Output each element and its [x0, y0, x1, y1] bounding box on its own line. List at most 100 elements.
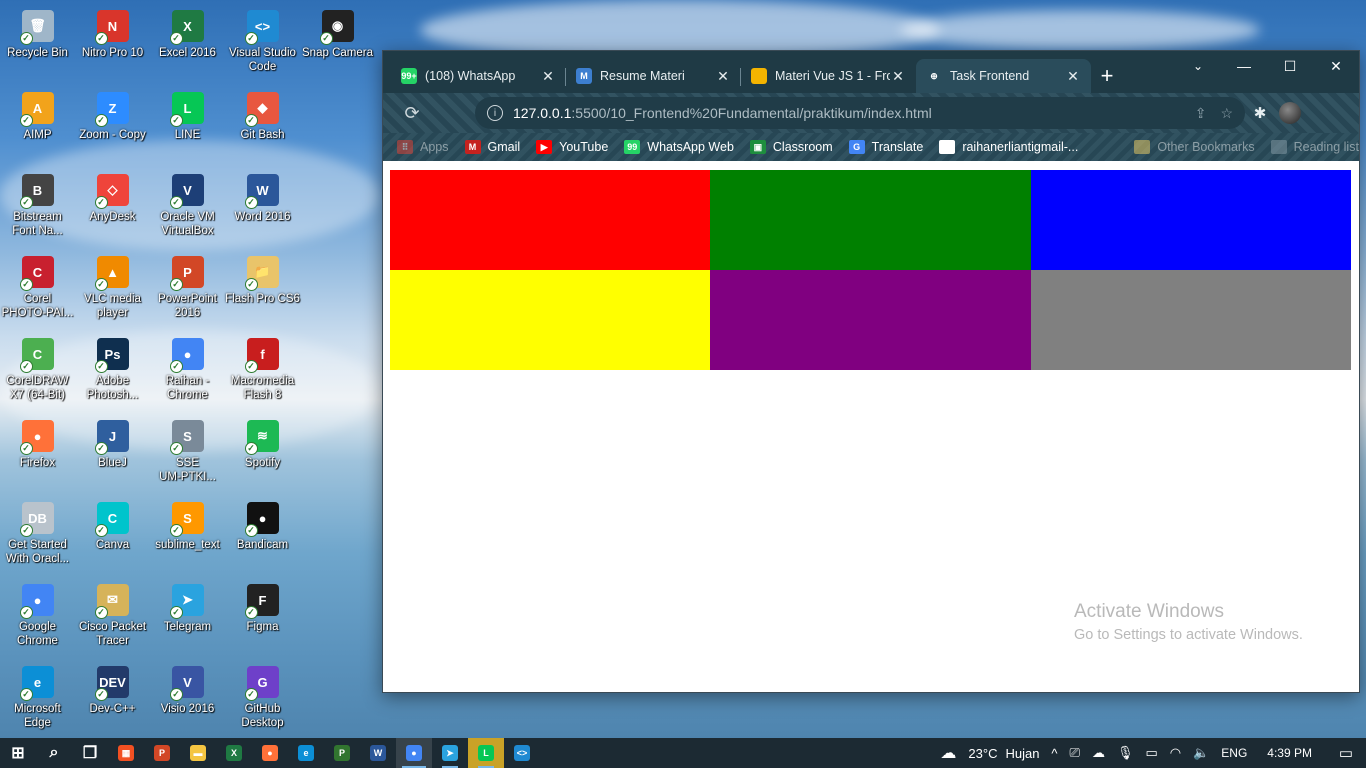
desktop-icon[interactable]: V ✓ Oracle VM VirtualBox [150, 168, 225, 248]
new-tab-button[interactable]: + [1091, 59, 1123, 93]
bookmark-label: WhatsApp Web [647, 140, 734, 154]
weather-temp[interactable]: 23°C [962, 746, 999, 761]
bookmark-item[interactable]: Other Bookmarks [1134, 140, 1255, 154]
tab-search-icon[interactable]: ⌄ [1175, 51, 1221, 81]
bookmark-item[interactable]: ⠿ Apps [397, 140, 449, 154]
wifi-icon[interactable]: ◠ [1164, 745, 1187, 761]
share-icon[interactable]: ⇪ [1195, 105, 1207, 122]
desktop-icon[interactable]: ● ✓ Raihan - Chrome [150, 332, 225, 412]
bookmark-item[interactable]: 99 WhatsApp Web [624, 140, 734, 154]
bookmark-item[interactable]: M Gmail [464, 140, 520, 154]
bookmark-item[interactable]: Reading list [1270, 140, 1359, 154]
desktop-icon[interactable]: ≋ ✓ Spotify [225, 414, 300, 494]
reload-icon[interactable]: ⟳ [397, 98, 427, 128]
extensions-icon[interactable]: ✱ [1245, 98, 1275, 128]
desktop-icon-label: SSE UM-PTKI... [159, 457, 216, 483]
tab-list: 99+ (108) WhatsApp ✕ M Resume Materi ✕ Materi … [391, 59, 1091, 93]
minimize-button[interactable]: — [1221, 51, 1267, 81]
desktop-icon[interactable]: F ✓ Figma [225, 578, 300, 658]
desktop-icon[interactable]: V ✓ Visio 2016 [150, 660, 225, 740]
browser-tab[interactable]: 99+ (108) WhatsApp ✕ [391, 59, 566, 93]
desktop-icon[interactable]: DEV ✓ Dev-C++ [75, 660, 150, 740]
clock[interactable]: 4:39 PM [1253, 746, 1326, 760]
desktop-icon[interactable]: e ✓ Microsoft Edge [0, 660, 75, 740]
desktop-icon[interactable]: A ✓ AIMP [0, 86, 75, 166]
microphone-icon[interactable]: 🎙 [1111, 745, 1140, 761]
desktop-icon[interactable]: ● ✓ Google Chrome [0, 578, 75, 658]
project-icon[interactable]: P [324, 738, 360, 768]
browser-tab[interactable]: ⊕ Task Frontend ✕ [916, 59, 1091, 93]
desktop-icon-label: Microsoft Edge [14, 703, 61, 729]
start-button[interactable]: ⊞ [0, 738, 36, 768]
desktop-icon[interactable]: ◉ ✓ Snap Camera [300, 4, 375, 84]
desktop-icon[interactable]: W ✓ Word 2016 [225, 168, 300, 248]
bookmark-item[interactable]: raihanerliantigmail-... [939, 140, 1078, 154]
store-icon[interactable]: ▦ [108, 738, 144, 768]
address-bar[interactable]: i 127.0.0.1:5500/10_Frontend%20Fundament… [475, 97, 1245, 129]
close-tab-icon[interactable]: ✕ [890, 68, 906, 85]
desktop-icon[interactable]: ✉ ✓ Cisco Packet Tracer [75, 578, 150, 658]
desktop-icon[interactable]: <> ✓ Visual Studio Code [225, 4, 300, 84]
desktop-icon[interactable]: 🗑 ✓ Recycle Bin [0, 4, 75, 84]
desktop-icon[interactable]: Z ✓ Zoom - Copy [75, 86, 150, 166]
desktop-icon[interactable]: ● ✓ Firefox [0, 414, 75, 494]
desktop-icon[interactable]: ◇ ✓ AnyDesk [75, 168, 150, 248]
desktop-icon[interactable]: X ✓ Excel 2016 [150, 4, 225, 84]
language-indicator[interactable]: ENG [1215, 746, 1253, 760]
close-tab-icon[interactable]: ✕ [715, 68, 731, 85]
desktop-icon[interactable]: C ✓ Canva [75, 496, 150, 576]
desktop-icon[interactable]: G ✓ GitHub Desktop [225, 660, 300, 740]
close-window-button[interactable]: ✕ [1313, 51, 1359, 81]
profile-avatar[interactable] [1279, 102, 1301, 124]
battery-icon[interactable]: ▭ [1139, 745, 1163, 761]
desktop-icon[interactable]: S ✓ SSE UM-PTKI... [150, 414, 225, 494]
browser-tab[interactable]: M Resume Materi ✕ [566, 59, 741, 93]
close-tab-icon[interactable]: ✕ [540, 68, 556, 85]
telegram-icon[interactable]: ➤ [432, 738, 468, 768]
desktop-icon[interactable]: N ✓ Nitro Pro 10 [75, 4, 150, 84]
desktop-icon[interactable]: L ✓ LINE [150, 86, 225, 166]
onedrive-icon[interactable]: ☁ [1086, 745, 1111, 761]
line-icon[interactable]: L [468, 738, 504, 768]
desktop-icon[interactable]: B ✓ Bitstream Font Na... [0, 168, 75, 248]
weather-icon[interactable]: ☁ [934, 743, 962, 763]
word-icon[interactable]: W [360, 738, 396, 768]
weather-text[interactable]: Hujan [999, 746, 1045, 761]
search-icon[interactable]: ⌕ [36, 738, 72, 768]
meet-icon[interactable]: ⎚ [1064, 745, 1086, 761]
desktop-icon[interactable]: ▲ ✓ VLC media player [75, 250, 150, 330]
close-tab-icon[interactable]: ✕ [1065, 68, 1081, 85]
vscode-icon[interactable]: <> [504, 738, 540, 768]
notification-icon[interactable]: ▭ [1326, 738, 1366, 768]
maximize-button[interactable]: ☐ [1267, 51, 1313, 81]
desktop-icon[interactable]: C ✓ Corel PHOTO-PAI... [0, 250, 75, 330]
desktop-icon[interactable]: J ✓ BlueJ [75, 414, 150, 494]
desktop-icon[interactable]: f ✓ Macromedia Flash 8 [225, 332, 300, 412]
desktop-icon[interactable]: ➤ ✓ Telegram [150, 578, 225, 658]
firefox-icon[interactable]: ● [252, 738, 288, 768]
desktop-icon[interactable]: Ps ✓ Adobe Photosh... [75, 332, 150, 412]
volume-icon[interactable]: 🔈 [1187, 745, 1215, 761]
desktop-icon-label: Nitro Pro 10 [81, 47, 144, 59]
powerpoint-icon[interactable]: P [144, 738, 180, 768]
task-view-icon[interactable]: ❐ [72, 738, 108, 768]
desktop-icon[interactable]: C ✓ CorelDRAW X7 (64-Bit) [0, 332, 75, 412]
desktop-icon[interactable]: S ✓ sublime_text [150, 496, 225, 576]
excel-icon[interactable]: X [216, 738, 252, 768]
bookmark-item[interactable]: ▣ Classroom [749, 140, 833, 154]
bookmark-item[interactable]: G Translate [848, 140, 923, 154]
edge-icon[interactable]: e [288, 738, 324, 768]
site-info-icon[interactable]: i [487, 105, 503, 121]
desktop-icon[interactable]: ● ✓ Bandicam [225, 496, 300, 576]
desktop-icon[interactable]: DB ✓ Get Started With Oracl... [0, 496, 75, 576]
bookmark-star-icon[interactable]: ☆ [1220, 105, 1233, 122]
desktop-icon[interactable]: 📁 ✓ Flash Pro CS6 [225, 250, 300, 330]
desktop-icon[interactable]: ◆ ✓ Git Bash [225, 86, 300, 166]
file-explorer-icon[interactable]: ▬ [180, 738, 216, 768]
app-icon: S ✓ [169, 420, 204, 455]
bookmark-item[interactable]: ▶ YouTube [536, 140, 608, 154]
desktop-icon[interactable]: P ✓ PowerPoint 2016 [150, 250, 225, 330]
chrome-icon[interactable]: ● [396, 738, 432, 768]
chevron-up-icon[interactable]: ^ [1045, 746, 1063, 761]
browser-tab[interactable]: Materi Vue JS 1 - Fro ✕ [741, 59, 916, 93]
